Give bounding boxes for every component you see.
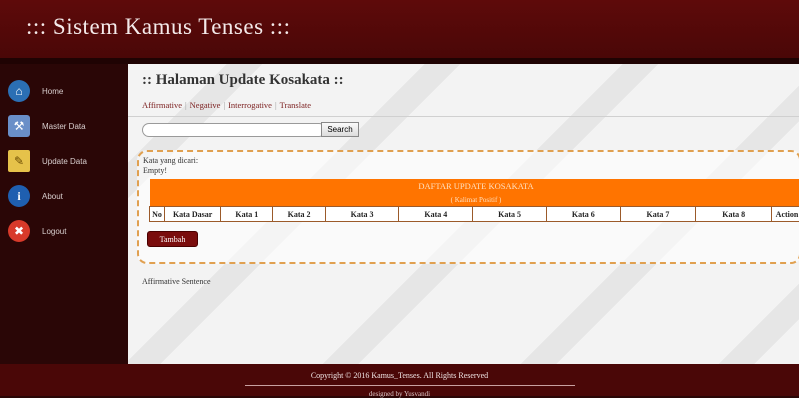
search-button[interactable]: Search [321, 122, 359, 137]
column-header: Kata 5 [473, 207, 547, 222]
sidebar: ⌂ Home ⚒ Master Data ✎ Update Data i Abo… [0, 64, 128, 364]
column-header: Kata 3 [325, 207, 399, 222]
main-content: :: Halaman Update Kosakata :: Affirmativ… [128, 64, 799, 364]
info-icon: i [8, 185, 30, 207]
logout-icon: ✖ [8, 220, 30, 242]
footer-divider [245, 385, 575, 386]
column-header: No [150, 207, 165, 222]
tense-tabs: Affirmative|Negative|Interrogative|Trans… [142, 100, 311, 110]
table-title-row: DAFTAR UPDATE KOSAKATA [150, 179, 799, 193]
tab-negative[interactable]: Negative [190, 100, 221, 110]
app-title: ::: Sistem Kamus Tenses ::: [26, 14, 290, 40]
copyright-text: Copyright © 2016 Kamus_Tenses. All Right… [0, 371, 799, 380]
designer-credit: designed by Yusvandi [0, 390, 799, 398]
column-header: Kata 8 [696, 207, 772, 222]
column-header: Kata 6 [546, 207, 620, 222]
vocabulary-table: DAFTAR UPDATE KOSAKATA ( Kalimat Positif… [149, 179, 799, 222]
tab-separator: | [185, 100, 187, 110]
tab-separator: | [223, 100, 225, 110]
tab-separator: | [275, 100, 277, 110]
add-button[interactable]: Tambah [147, 231, 198, 247]
sidebar-item-about[interactable]: i About [8, 181, 123, 211]
column-header: Kata 4 [399, 207, 473, 222]
column-header: Kata Dasar [164, 207, 220, 222]
content-divider [128, 116, 799, 117]
page-title: :: Halaman Update Kosakata :: [142, 72, 344, 89]
tab-translate[interactable]: Translate [280, 100, 311, 110]
sidebar-item-home[interactable]: ⌂ Home [8, 76, 123, 106]
footer: Copyright © 2016 Kamus_Tenses. All Right… [0, 364, 799, 396]
column-header: Kata 2 [273, 207, 325, 222]
table-subtitle: ( Kalimat Positif ) [150, 193, 799, 207]
column-header: Action [772, 207, 799, 222]
sidebar-item-label: Master Data [42, 122, 86, 131]
folder-icon: ✎ [8, 150, 30, 172]
app-header: ::: Sistem Kamus Tenses ::: [0, 0, 799, 58]
empty-message: Empty! [143, 166, 167, 175]
section-label: Affirmative Sentence [142, 277, 211, 286]
sidebar-item-update-data[interactable]: ✎ Update Data [8, 146, 123, 176]
tools-icon: ⚒ [8, 115, 30, 137]
search-input[interactable] [142, 123, 326, 137]
tab-interrogative[interactable]: Interrogative [228, 100, 272, 110]
sidebar-item-label: Home [42, 87, 63, 96]
table-title: DAFTAR UPDATE KOSAKATA [150, 179, 799, 193]
sidebar-item-master-data[interactable]: ⚒ Master Data [8, 111, 123, 141]
column-header: Kata 7 [620, 207, 696, 222]
sidebar-item-label: Logout [42, 227, 66, 236]
result-panel: Kata yang dicari: Empty! DAFTAR UPDATE K… [137, 150, 799, 264]
sidebar-item-logout[interactable]: ✖ Logout [8, 216, 123, 246]
table-header-row: No Kata Dasar Kata 1 Kata 2 Kata 3 Kata … [150, 207, 799, 222]
tab-affirmative[interactable]: Affirmative [142, 100, 182, 110]
table-subtitle-row: ( Kalimat Positif ) [150, 193, 799, 207]
sidebar-item-label: Update Data [42, 157, 87, 166]
column-header: Kata 1 [221, 207, 273, 222]
home-icon: ⌂ [8, 80, 30, 102]
search-result-label: Kata yang dicari: [143, 156, 198, 165]
sidebar-item-label: About [42, 192, 63, 201]
